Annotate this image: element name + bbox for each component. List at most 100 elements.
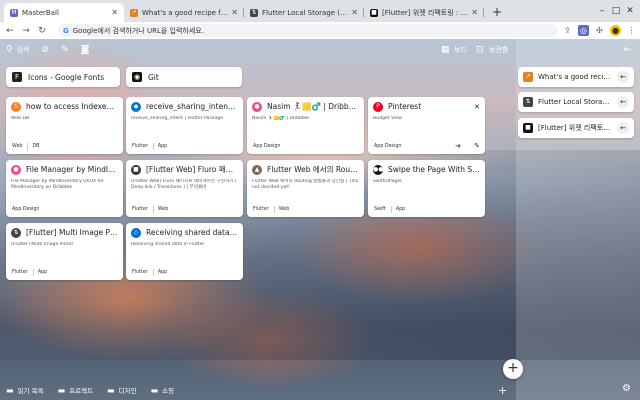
- browser-tab[interactable]: M MasterBall ✕: [4, 3, 124, 22]
- card-description: File Manager by MindInventory UI/UX for …: [11, 179, 104, 190]
- bookmark-card[interactable]: ◇ Receiving shared data in Flutte Receivin…: [126, 223, 243, 280]
- card-title: [Flutter] Multi Image Picker: [26, 228, 118, 237]
- velog-icon: ■: [131, 164, 141, 175]
- menu-icon[interactable]: ⋮: [626, 25, 637, 36]
- check-icon[interactable]: ⊘: [41, 45, 49, 55]
- camera-icon[interactable]: ◙: [81, 45, 90, 55]
- bookmark-card[interactable]: ▲ Flutter Web 에서의 Routing 방 Flutter Web 에서…: [247, 160, 364, 217]
- edit-icon[interactable]: ✎: [474, 142, 480, 150]
- folder-item[interactable]: ▬ 쇼핑: [151, 385, 175, 396]
- folder-label: 디자인: [118, 387, 137, 395]
- tag[interactable]: Web: [152, 206, 170, 213]
- folder-icon: ▬: [6, 385, 14, 395]
- tag[interactable]: Web: [273, 206, 291, 213]
- back-arrow-icon[interactable]: ←: [617, 96, 629, 108]
- bookmark-card[interactable]: ◆ receive_sharing_intent | Flutt receive_s…: [126, 97, 243, 154]
- folder-label: 프로젝트: [69, 387, 94, 395]
- collapse-sidebar-icon[interactable]: ⇤: [624, 45, 632, 55]
- maximize-icon[interactable]: □: [611, 6, 621, 16]
- add-folder-button[interactable]: +: [498, 384, 507, 397]
- tag[interactable]: Flutter: [130, 206, 150, 213]
- bookmark-card[interactable]: P Pinterest ✕ Budget View App Design ➔ ✎: [368, 97, 485, 154]
- add-bookmark-button[interactable]: +: [503, 359, 523, 379]
- bookmark-chip[interactable]: ◉ Git: [126, 67, 242, 87]
- archive-icon[interactable]: ⊡: [476, 45, 484, 55]
- blog-icon: ▲: [252, 164, 262, 175]
- velog-icon: ■: [370, 8, 378, 17]
- back-arrow-icon[interactable]: ←: [617, 122, 629, 134]
- tag[interactable]: App Design: [251, 143, 282, 150]
- folder-item[interactable]: ▬ 읽기 목록: [6, 385, 44, 396]
- address-bar[interactable]: G Google에서 검색하거나 URL을 입력하세요.: [58, 24, 558, 37]
- search-label[interactable]: 검색: [17, 45, 30, 55]
- tag[interactable]: Flutter: [130, 269, 150, 276]
- card-tags: Flutter Web: [251, 206, 291, 213]
- browser-tab[interactable]: ■ [Flutter] 위젯 리팩토링 : 긴 위젯 코✕: [364, 3, 484, 22]
- folder-icon: ▬: [107, 385, 115, 395]
- bookmark-chip[interactable]: F Icons - Google Fonts: [6, 67, 120, 87]
- board-label[interactable]: 보드: [454, 45, 467, 55]
- board-icon[interactable]: ▦: [441, 45, 450, 55]
- tag[interactable]: App: [32, 269, 49, 276]
- tag[interactable]: Web: [10, 143, 24, 150]
- close-tab-icon[interactable]: ✕: [111, 8, 118, 17]
- paw-icon: ↗: [523, 72, 533, 82]
- browser-tab[interactable]: ↗ What's a good recipe for overn✕: [124, 3, 244, 22]
- tag[interactable]: App: [390, 206, 407, 213]
- tag[interactable]: Flutter: [10, 269, 30, 276]
- close-tab-icon[interactable]: ✕: [231, 8, 238, 17]
- google-icon: G: [63, 26, 69, 35]
- edit-icon[interactable]: ✎: [61, 45, 69, 55]
- bookmark-card[interactable]: ●● Swipe the Page With SwiftUIF SwiftUIPag…: [368, 160, 485, 217]
- back-arrow-icon[interactable]: ←: [617, 71, 629, 83]
- card-description: Receiving shared data in Flutter: [131, 242, 205, 247]
- card-header: ● File Manager by MindInventor: [6, 160, 123, 179]
- tag[interactable]: App: [152, 269, 169, 276]
- sidebar-item-title: [Flutter] 위젯 리팩토링 : 긴: [538, 124, 613, 132]
- card-description: Web DB: [11, 116, 30, 121]
- tag[interactable]: Swift: [372, 206, 388, 213]
- sidebar-item[interactable]: ⇅ Flutter Local Storage (SQLite ←: [518, 92, 634, 112]
- minimize-icon[interactable]: –: [597, 6, 607, 16]
- sidebar-item-title: Flutter Local Storage (SQLite: [538, 98, 613, 106]
- sidebar-item[interactable]: ↗ What's a good recipe for over ←: [518, 67, 634, 87]
- tag[interactable]: App: [152, 143, 169, 150]
- folder-item[interactable]: ▬ 프로젝트: [58, 385, 94, 396]
- card-tags: Flutter Web: [130, 206, 170, 213]
- back-icon[interactable]: ←: [2, 26, 18, 36]
- app-topbar: ⚲ 검색 ⊘ ✎ ◙ ▦ 보드 ⊡ 보관함: [0, 39, 512, 61]
- bookmark-card[interactable]: ■ [Flutter Web] Fluro 패키지로 네 [Flutter Web]…: [126, 160, 243, 217]
- forward-icon[interactable]: →: [18, 26, 34, 36]
- arrow-icon[interactable]: ➔: [455, 142, 461, 150]
- settings-icon[interactable]: ⚙: [622, 383, 631, 394]
- sidebar-item[interactable]: ■ [Flutter] 위젯 리팩토링 : 긴 ←: [518, 118, 634, 138]
- extensions-icon[interactable]: ✣: [594, 25, 605, 36]
- card-tags: Swift App: [372, 206, 407, 213]
- tag[interactable]: Flutter: [251, 206, 271, 213]
- close-tab-icon[interactable]: ✕: [351, 8, 358, 17]
- tag[interactable]: Flutter: [130, 143, 150, 150]
- folder-bar: ▬ 읽기 목록 ▬ 프로젝트 ▬ 디자인 ▬ 쇼핑 +: [0, 380, 512, 400]
- profile-avatar[interactable]: ●: [610, 25, 621, 36]
- card-title: [Flutter Web] Fluro 패키지로 네: [146, 165, 238, 174]
- share-icon[interactable]: ⇪: [562, 25, 573, 36]
- search-icon[interactable]: ⚲: [6, 45, 13, 55]
- bookmark-card[interactable]: Show to access IndexedDB (of cWeb DBWebD…: [6, 97, 123, 154]
- archive-label[interactable]: 보관함: [489, 45, 508, 55]
- close-tab-icon[interactable]: ✕: [471, 8, 478, 17]
- browser-tab[interactable]: ⇅ Flutter Local Storage (SQLite)✕: [244, 3, 364, 22]
- new-tab-button[interactable]: +: [492, 5, 502, 19]
- bookmark-card[interactable]: ● File Manager by MindInventor File Manage…: [6, 160, 123, 217]
- tag[interactable]: App Design: [10, 206, 41, 213]
- close-icon[interactable]: ✕: [474, 103, 480, 111]
- tag[interactable]: App Design: [372, 143, 403, 150]
- reload-icon[interactable]: ↻: [34, 26, 50, 36]
- tab-title: MasterBall: [22, 8, 59, 17]
- masterball-extension-icon[interactable]: ◎: [578, 25, 589, 36]
- folder-item[interactable]: ▬ 디자인: [107, 385, 137, 396]
- close-window-icon[interactable]: ✕: [625, 6, 635, 16]
- tag[interactable]: DB: [27, 143, 41, 150]
- tab-strip: M MasterBall ✕ ↗ What's a good recipe for ov…: [0, 0, 640, 22]
- bookmark-card[interactable]: ⇅ [Flutter] Multi Image Picker [Flutter] M…: [6, 223, 123, 280]
- bookmark-card[interactable]: ● Nasim 🏃‍♀️🟨♂️ | Dribbble Nasim 🏃‍♀️🟨♂️ |…: [247, 97, 364, 154]
